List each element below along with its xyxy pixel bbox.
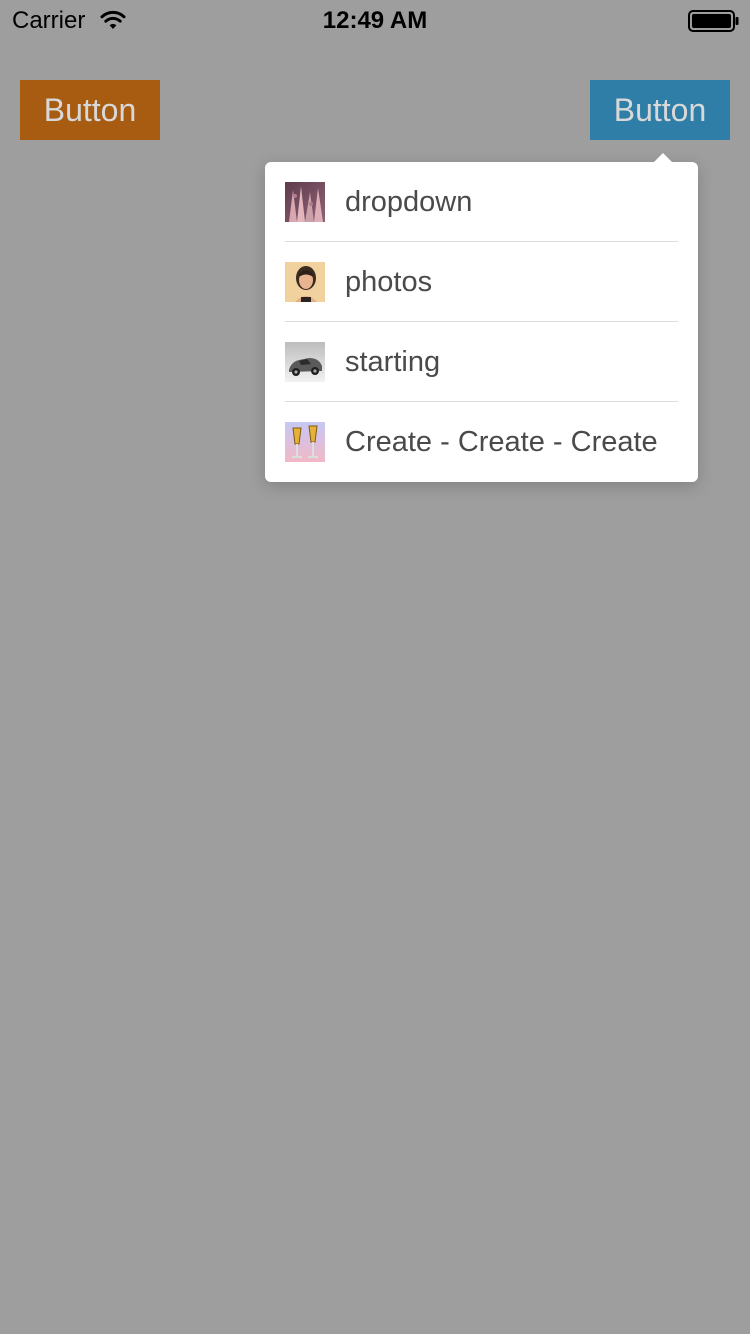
right-button[interactable]: Button — [590, 80, 730, 140]
car-photo-icon — [285, 342, 325, 382]
status-bar: Carrier 12:49 AM — [0, 0, 750, 40]
dropdown-item-label: Create - Create - Create — [345, 426, 658, 458]
portrait-photo-icon — [285, 262, 325, 302]
dropdown-menu: dropdown photos starting Create - Create… — [265, 153, 698, 482]
dropdown-item-create[interactable]: Create - Create - Create — [285, 402, 678, 482]
battery-icon — [688, 10, 739, 32]
dropdown-item-label: photos — [345, 266, 433, 298]
dropdown-item-label: starting — [345, 346, 441, 378]
hands-photo-icon — [285, 182, 325, 222]
status-time: 12:49 AM — [322, 7, 428, 34]
dropdown-item-starting[interactable]: starting — [285, 322, 678, 402]
left-button[interactable]: Button — [20, 80, 160, 140]
dropdown-item-dropdown[interactable]: dropdown — [285, 162, 678, 242]
champagne-photo-icon — [285, 422, 325, 462]
dropdown-item-photos[interactable]: photos — [285, 242, 678, 322]
dropdown-item-label: dropdown — [345, 186, 473, 218]
